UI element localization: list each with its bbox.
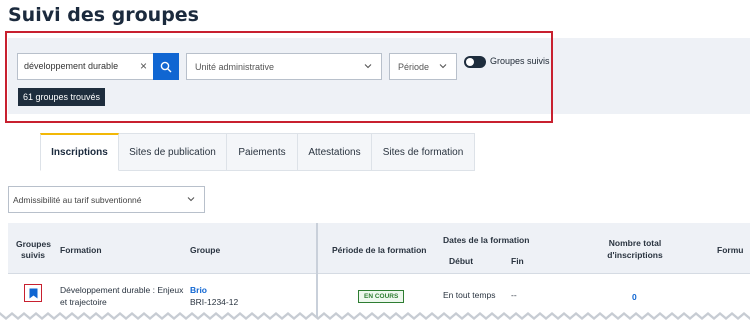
search-icon: [160, 61, 172, 72]
close-icon[interactable]: ×: [140, 60, 147, 72]
tab-bar: Inscriptions Sites de publication Paieme…: [40, 133, 475, 171]
eligibility-select-value: Admissibilité au tarif subventionné: [13, 195, 142, 205]
result-count-badge: 61 groupes trouvés: [18, 88, 106, 106]
unit-select-placeholder: Unité administrative: [195, 62, 275, 72]
header-group[interactable]: Groupe: [190, 245, 220, 255]
torn-edge: [0, 312, 750, 325]
row-formation: Développement durable : Enjeux et trajec…: [60, 284, 183, 308]
chevron-down-icon: [439, 64, 447, 69]
header-followed-line2: suivis: [20, 250, 46, 260]
eligibility-select[interactable]: Admissibilité au tarif subventionné: [8, 186, 205, 213]
search-button[interactable]: [153, 53, 179, 80]
row-start: En tout temps: [443, 290, 496, 300]
group-code: BRI-1234-12: [190, 297, 239, 307]
header-followed-line1: Groupes: [16, 239, 51, 249]
total-count-link[interactable]: 0: [632, 291, 637, 303]
chevron-down-icon: [187, 197, 195, 202]
header-dates: Dates de la formation: [443, 235, 530, 245]
header-truncated: Formu: [717, 245, 744, 255]
tab-attestations[interactable]: Attestations: [298, 133, 372, 171]
row-formation-line2: et trajectoire: [60, 297, 107, 307]
header-end[interactable]: Fin: [511, 256, 524, 266]
tab-training-sites[interactable]: Sites de formation: [372, 133, 475, 171]
header-start[interactable]: Début: [449, 256, 473, 266]
period-select[interactable]: Période: [389, 53, 457, 80]
search-input[interactable]: développement durable ×: [17, 53, 153, 80]
chevron-down-icon: [364, 64, 372, 69]
tab-payments[interactable]: Paiements: [227, 133, 298, 171]
bookmark-icon: [29, 288, 37, 298]
unit-select[interactable]: Unité administrative: [186, 53, 382, 80]
followed-groups-label: Groupes suivis: [490, 56, 550, 66]
bookmark-button[interactable]: [24, 284, 42, 302]
header-total-line1: Nombre total: [608, 238, 662, 248]
row-group: Brio BRI-1234-12: [190, 284, 238, 308]
tab-publication-sites[interactable]: Sites de publication: [119, 133, 227, 171]
status-badge: EN COURS: [358, 290, 405, 303]
page-title: Suivi des groupes: [8, 4, 199, 26]
row-end: --: [511, 290, 517, 300]
period-select-placeholder: Période: [398, 62, 430, 72]
header-total-line2: d'inscriptions: [607, 250, 663, 260]
header-total[interactable]: Nombre total d'inscriptions: [590, 237, 680, 261]
tab-inscriptions[interactable]: Inscriptions: [40, 133, 119, 171]
header-period[interactable]: Période de la formation: [332, 245, 426, 255]
header-followed[interactable]: Groupes suivis: [16, 239, 51, 261]
search-input-value: développement durable: [24, 61, 119, 71]
followed-groups-toggle[interactable]: [464, 56, 486, 68]
row-formation-line1: Développement durable : Enjeux: [60, 285, 184, 295]
group-link[interactable]: Brio: [190, 284, 238, 296]
header-formation[interactable]: Formation: [60, 245, 102, 255]
toggle-knob: [466, 58, 474, 66]
